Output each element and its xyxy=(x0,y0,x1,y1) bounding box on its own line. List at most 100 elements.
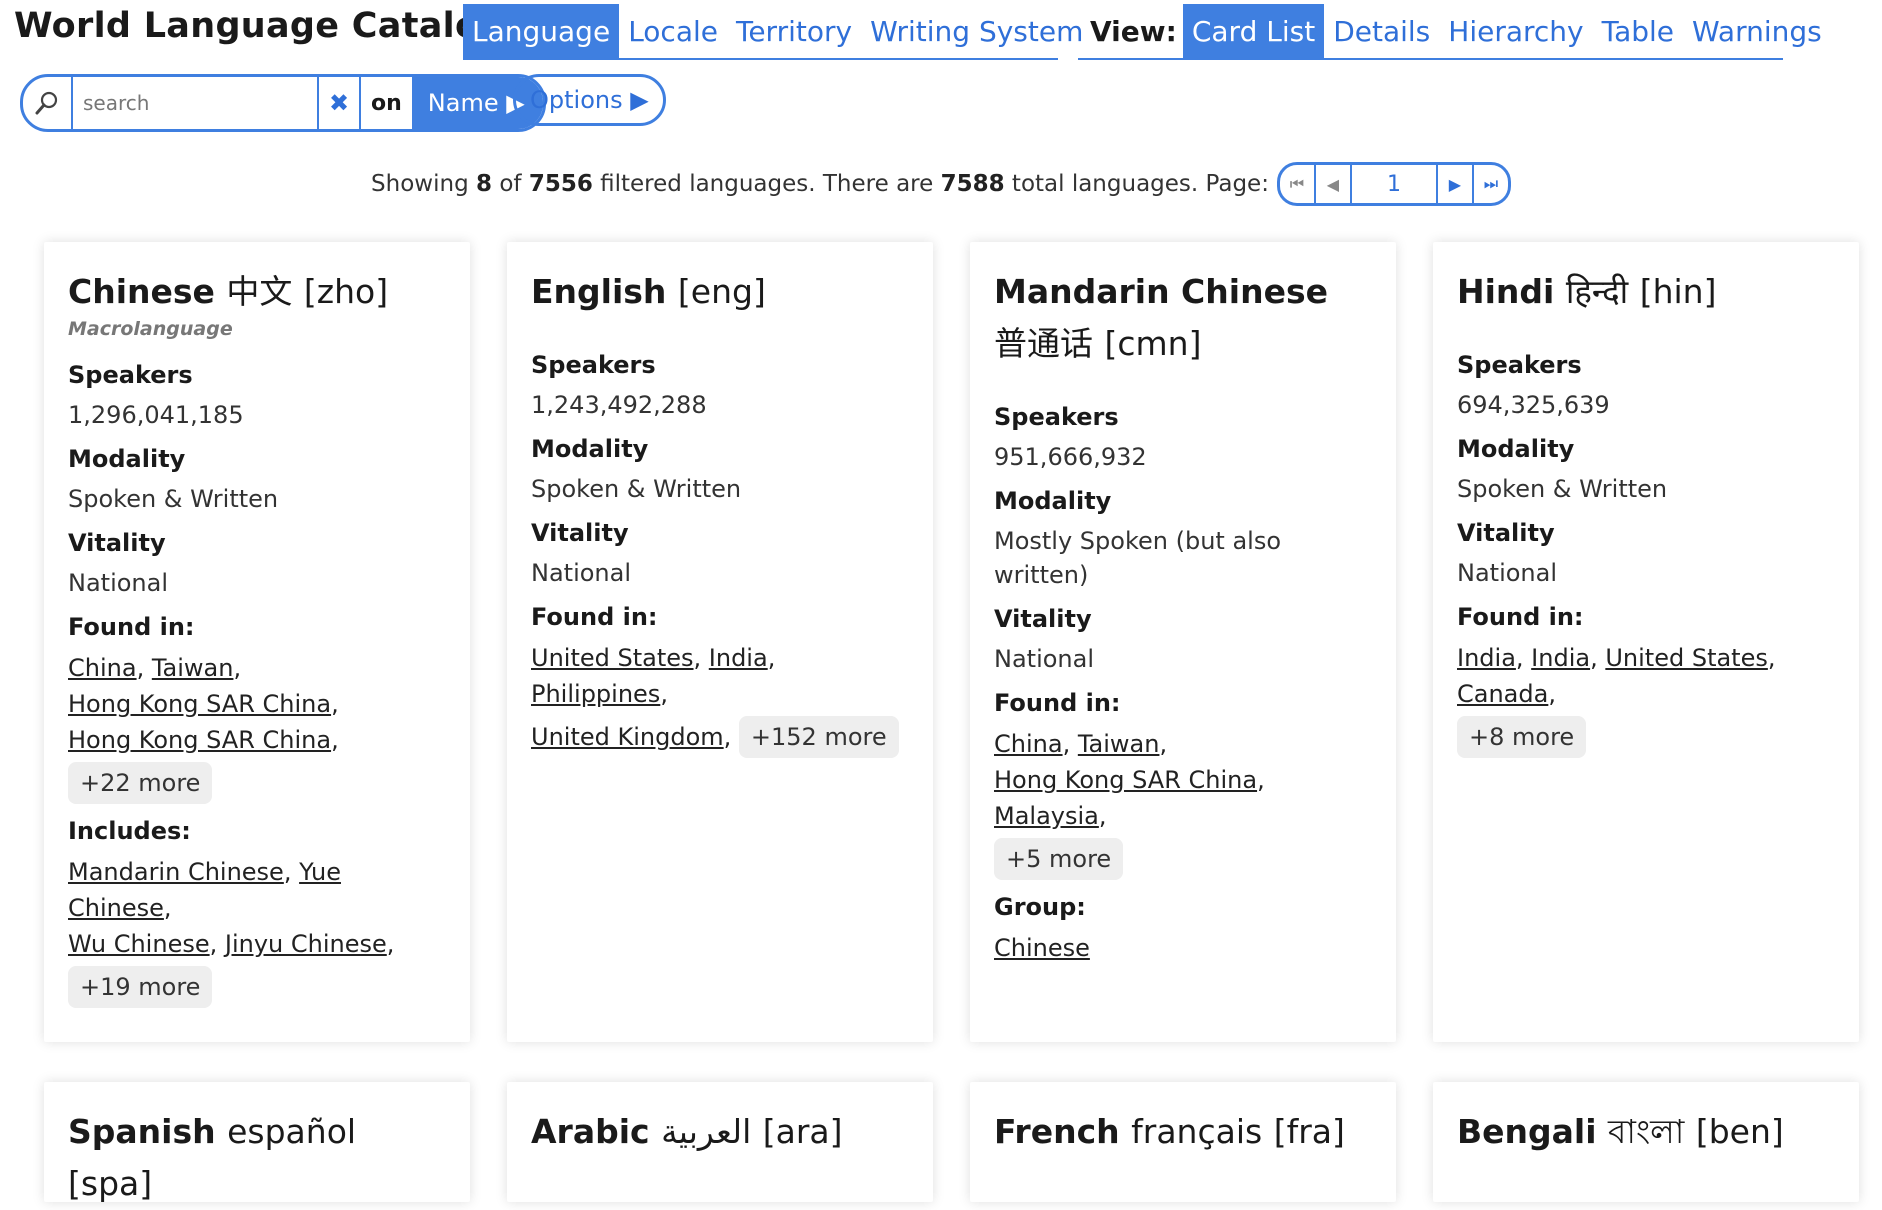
more-territories-button[interactable]: +8 more xyxy=(1457,716,1587,758)
territory-link[interactable]: Canada xyxy=(1457,680,1548,708)
territory-link[interactable]: Malaysia xyxy=(994,802,1099,830)
territory-link[interactable]: China xyxy=(994,730,1063,758)
last-page-icon[interactable]: ⏭ xyxy=(1474,165,1508,203)
language-name: Chinese xyxy=(68,272,215,311)
territory-link[interactable]: United States xyxy=(1605,644,1768,672)
territory-link[interactable]: India xyxy=(1531,644,1590,672)
card-title[interactable]: Bengali বাংলা [ben] xyxy=(1457,1106,1835,1158)
territory-link[interactable]: Hong Kong SAR China xyxy=(994,766,1257,794)
tab-locale[interactable]: Locale xyxy=(619,4,727,58)
vitality-value: National xyxy=(1457,559,1558,587)
status-showing-count: 8 xyxy=(476,171,493,197)
language-card: Arabic العربية [ara] xyxy=(507,1082,933,1202)
territory-link[interactable]: Hong Kong SAR China xyxy=(68,726,331,754)
language-name: Spanish xyxy=(68,1112,216,1151)
territory-link[interactable]: Taiwan xyxy=(1078,730,1160,758)
card-title[interactable]: Chinese 中文 [zho] xyxy=(68,266,446,318)
language-card: English [eng] Speakers 1,243,492,288 Mod… xyxy=(507,242,933,1042)
territory-link[interactable]: United Kingdom xyxy=(531,723,724,751)
language-name: French xyxy=(994,1112,1120,1151)
found-in-label: Found in: xyxy=(68,613,195,641)
language-native-name: français xyxy=(1131,1112,1263,1151)
vitality-label: Vitality xyxy=(1457,519,1555,547)
modality-value: Spoken & Written xyxy=(68,485,279,513)
app-title: World Language Catalog xyxy=(14,6,505,46)
speakers-value: 1,296,041,185 xyxy=(68,401,244,429)
language-link[interactable]: Jinyu Chinese xyxy=(225,930,387,958)
territory-link[interactable]: Philippines xyxy=(531,680,660,708)
territory-link[interactable]: India xyxy=(709,644,768,672)
more-territories-button[interactable]: +22 more xyxy=(68,762,213,804)
results-status: Showing 8 of 7556 filtered languages. Th… xyxy=(0,162,1882,206)
vitality-value: National xyxy=(994,645,1095,673)
language-code: [spa] xyxy=(68,1164,153,1203)
prev-page-icon[interactable]: ◀ xyxy=(1316,165,1352,203)
search-input[interactable] xyxy=(73,77,317,129)
language-name: Mandarin Chinese xyxy=(994,272,1328,311)
card-title[interactable]: Hindi हिन्दी [hin] xyxy=(1457,266,1835,318)
language-name: Bengali xyxy=(1457,1112,1597,1151)
card-title[interactable]: Spanish español [spa] xyxy=(68,1106,446,1210)
language-card: Mandarin Chinese 普通话 [cmn] Speakers 951,… xyxy=(970,242,1396,1042)
view-label: View: xyxy=(1090,14,1177,48)
modality-value: Spoken & Written xyxy=(531,475,742,503)
speakers-value: 951,666,932 xyxy=(994,443,1147,471)
status-of: of xyxy=(499,171,522,197)
clear-search-button[interactable]: ✖ xyxy=(317,77,361,129)
tab-details[interactable]: Details xyxy=(1324,4,1439,58)
modality-value: Mostly Spoken (but also written) xyxy=(994,527,1282,589)
first-page-icon[interactable]: ⏮ xyxy=(1280,165,1316,203)
modality-label: Modality xyxy=(68,445,186,473)
more-territories-button[interactable]: +5 more xyxy=(994,838,1124,880)
vitality-label: Vitality xyxy=(994,605,1092,633)
found-in-list: United States, India, Philippines, Unite… xyxy=(531,640,909,758)
pager: ⏮ ◀ 1 ▶ ⏭ xyxy=(1276,162,1511,206)
more-languages-button[interactable]: +19 more xyxy=(68,966,213,1008)
found-in-label: Found in: xyxy=(1457,603,1584,631)
page-number-input[interactable]: 1 xyxy=(1352,165,1438,203)
card-title[interactable]: Arabic العربية [ara] xyxy=(531,1106,909,1158)
card-title[interactable]: Mandarin Chinese 普通话 [cmn] xyxy=(994,266,1372,370)
territory-link[interactable]: Taiwan xyxy=(152,654,234,682)
tab-writing-system[interactable]: Writing System xyxy=(861,4,1092,58)
status-total-count: 7588 xyxy=(940,171,1005,197)
found-in-label: Found in: xyxy=(994,689,1121,717)
card-title[interactable]: English [eng] xyxy=(531,266,909,318)
language-native-name: हिन्दी xyxy=(1565,272,1629,311)
next-page-icon[interactable]: ▶ xyxy=(1438,165,1474,203)
tab-hierarchy[interactable]: Hierarchy xyxy=(1439,4,1592,58)
close-icon: ✖ xyxy=(328,89,350,117)
vitality-label: Vitality xyxy=(68,529,166,557)
language-code: [fra] xyxy=(1273,1112,1345,1151)
territory-link[interactable]: United States xyxy=(531,644,694,672)
language-link[interactable]: Mandarin Chinese xyxy=(68,858,284,886)
speakers-value: 694,325,639 xyxy=(1457,391,1610,419)
card-title[interactable]: French français [fra] xyxy=(994,1106,1372,1158)
status-total-suffix: total languages. Page: xyxy=(1011,171,1269,197)
modality-label: Modality xyxy=(1457,435,1575,463)
tab-territory[interactable]: Territory xyxy=(727,4,861,58)
vitality-value: National xyxy=(531,559,632,587)
language-scope: Macrolanguage xyxy=(68,318,233,340)
territory-link[interactable]: India xyxy=(1457,644,1516,672)
found-in-list: China, Taiwan, Hong Kong SAR China, Mala… xyxy=(994,726,1372,880)
language-code: [zho] xyxy=(303,272,389,311)
tab-language[interactable]: Language xyxy=(463,4,620,58)
includes-label: Includes: xyxy=(68,817,191,845)
territory-link[interactable]: Hong Kong SAR China xyxy=(68,690,331,718)
language-name: Arabic xyxy=(531,1112,650,1151)
tab-card-list[interactable]: Card List xyxy=(1182,4,1325,58)
search-bar: ✖ on Name ▶ xyxy=(20,74,546,132)
entity-tabs: Language Locale Territory Writing System xyxy=(463,4,1083,60)
language-card: Hindi हिन्दी [hin] Speakers 694,325,639 … xyxy=(1433,242,1859,1042)
language-link[interactable]: Wu Chinese xyxy=(68,930,210,958)
tab-warnings[interactable]: Warnings xyxy=(1683,4,1831,58)
territory-link[interactable]: China xyxy=(68,654,137,682)
speakers-label: Speakers xyxy=(1457,351,1582,379)
options-button[interactable]: Options ▶ xyxy=(513,74,666,126)
language-link[interactable]: Chinese xyxy=(994,934,1090,962)
search-icon[interactable] xyxy=(23,77,73,129)
more-territories-button[interactable]: +152 more xyxy=(738,716,899,758)
tab-table[interactable]: Table xyxy=(1593,4,1683,58)
language-code: [eng] xyxy=(677,272,766,311)
